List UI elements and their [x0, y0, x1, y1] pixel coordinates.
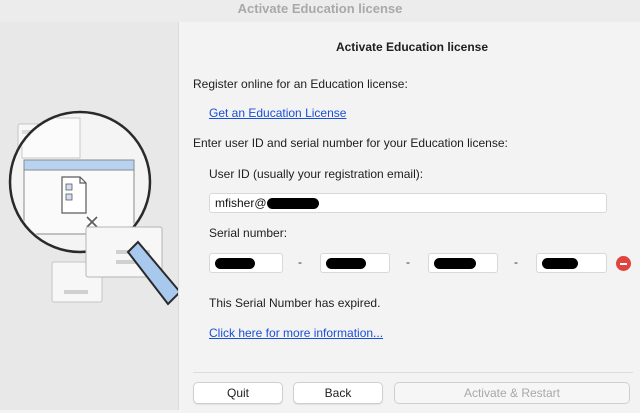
serial-label: Serial number:	[209, 226, 288, 240]
serial-field-2[interactable]	[320, 253, 390, 273]
more-info-link[interactable]: Click here for more information...	[209, 326, 383, 340]
illustration-pane	[0, 22, 182, 410]
redaction	[266, 198, 319, 210]
back-button[interactable]: Back	[293, 382, 383, 404]
serial-field-1[interactable]	[209, 253, 283, 273]
serial-separator: -	[406, 255, 410, 269]
user-id-label: User ID (usually your registration email…	[209, 167, 424, 181]
serial-field-4[interactable]	[536, 253, 607, 273]
serial-separator: -	[514, 255, 518, 269]
magnifier-document-illustration	[8, 110, 182, 306]
remove-serial-icon[interactable]	[616, 256, 631, 271]
user-id-field[interactable]: mfisher@	[209, 193, 607, 213]
get-license-link[interactable]: Get an Education License	[209, 106, 346, 120]
footer-divider	[193, 372, 633, 373]
redaction	[326, 258, 366, 270]
serial-separator: -	[298, 255, 302, 269]
window-title: Activate Education license	[0, 0, 640, 22]
activation-panel: Activate Education license Register onli…	[179, 22, 640, 410]
panel-heading: Activate Education license	[335, 40, 489, 54]
user-id-value: mfisher@	[215, 196, 267, 210]
register-text: Register online for an Education license…	[193, 77, 408, 91]
quit-button[interactable]: Quit	[193, 382, 283, 404]
redaction	[542, 258, 578, 270]
activate-restart-button[interactable]: Activate & Restart	[394, 382, 630, 404]
serial-field-3[interactable]	[428, 253, 498, 273]
enter-credentials-text: Enter user ID and serial number for your…	[193, 136, 508, 150]
redaction	[215, 258, 255, 270]
redaction	[434, 258, 476, 270]
expired-message: This Serial Number has expired.	[209, 296, 381, 310]
